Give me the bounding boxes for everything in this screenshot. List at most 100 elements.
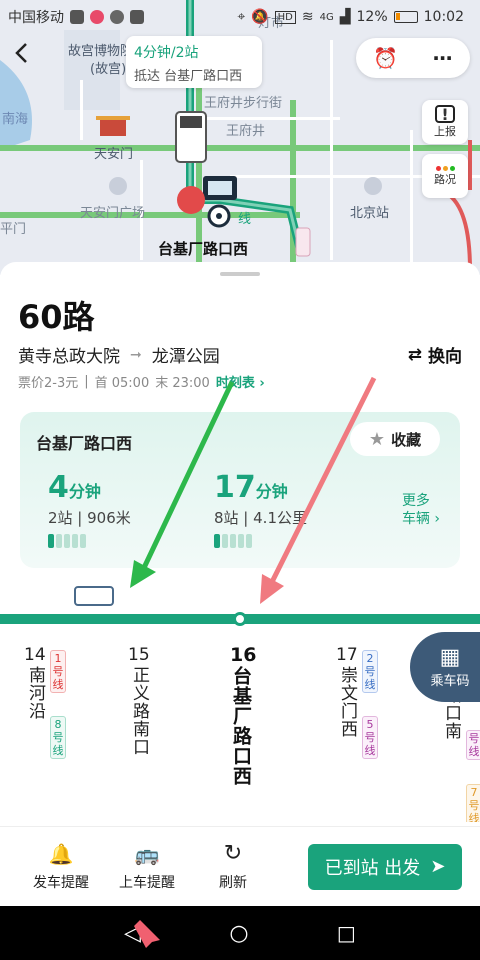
wifi-icon: ≋ xyxy=(301,9,314,25)
stop-name: 崇文门西 xyxy=(337,666,357,738)
timetable-link[interactable]: 时刻表 › xyxy=(216,372,265,391)
nav-back-icon[interactable]: ◁ xyxy=(124,921,141,946)
battery-icon xyxy=(393,11,418,23)
metro-badge: 7号线 xyxy=(466,784,480,822)
map-label-wangfujing: 王府井 xyxy=(226,124,266,139)
status-bar: 中国移动 ⌖ 🔕 HD ≋ 4G ▟ 12% 10:02 xyxy=(0,0,480,34)
metro-badge: 8号线 xyxy=(50,716,66,759)
stop-item-current[interactable]: 16 台基厂路口西 xyxy=(230,644,290,786)
arrow-right-icon: ➞ xyxy=(130,346,142,363)
eta-first-min: 4 xyxy=(48,470,69,505)
wechat-icon xyxy=(110,10,124,24)
location-icon: ⌖ xyxy=(237,9,246,25)
favorite-button[interactable]: ★ 收藏 xyxy=(350,422,440,456)
star-icon: ★ xyxy=(368,428,386,450)
signal-4g: 4G xyxy=(319,11,334,23)
report-button[interactable]: ! 上报 xyxy=(422,100,468,144)
metro-badge: 号线 xyxy=(466,730,480,760)
map-label-tiananmen: 天安门 xyxy=(94,147,134,162)
stop-number: 16 xyxy=(230,644,257,666)
map-label-palace: 故宫博物院 xyxy=(68,44,134,59)
eta-first[interactable]: 4分钟 2站 | 906米 xyxy=(48,470,131,548)
depart-reminder-button[interactable]: 🔔 发车提醒 xyxy=(18,842,104,892)
arrived-depart-label: 已到站 出发 xyxy=(324,857,421,879)
map-label-palace-sub: (故宫) xyxy=(90,62,127,77)
map-line-tag: 线 xyxy=(238,212,252,227)
route-from: 黄寺总政大院 xyxy=(18,347,120,367)
eta-second[interactable]: 17分钟 8站 | 4.1公里 xyxy=(214,470,307,548)
refresh-label: 刷新 xyxy=(219,875,247,891)
route-direction: 黄寺总政大院 ➞ 龙潭公园 xyxy=(18,342,220,368)
board-reminder-button[interactable]: 🚌 上车提醒 xyxy=(104,842,190,892)
signal-icon: ▟ xyxy=(339,9,351,25)
crowd-level-icon xyxy=(214,534,307,548)
switch-direction-label: 换向 xyxy=(428,347,462,367)
favorite-label: 收藏 xyxy=(391,430,422,449)
eta-second-min: 17 xyxy=(214,470,256,505)
stop-name: 南河沿 xyxy=(25,666,45,720)
more-icon[interactable]: ⋯ xyxy=(433,46,453,70)
qr-code-icon: ▦ xyxy=(439,645,461,670)
hd-badge: HD xyxy=(274,10,296,24)
ride-code-button[interactable]: ▦ 乘车码 xyxy=(410,632,480,702)
eta-second-detail: 8站 | 4.1公里 xyxy=(214,509,307,527)
arrived-depart-button[interactable]: 已到站 出发 ➤ xyxy=(308,843,462,890)
notification-icon xyxy=(70,10,84,24)
alarm-clock-icon[interactable]: ⏰ xyxy=(373,46,398,70)
route-title: 60路 xyxy=(18,298,95,336)
report-icon: ! xyxy=(435,105,455,124)
route-detail-sheet: 60路 黄寺总政大院 ➞ 龙潭公园 ⇄ 换向 票价2-3元 | 首 05:00 … xyxy=(0,262,480,822)
more-vehicles-label-2: 车辆 › xyxy=(401,511,440,527)
metro-badge: 1号线 xyxy=(50,650,66,693)
sheet-handle[interactable] xyxy=(220,272,260,276)
navigation-arrow-icon: ➤ xyxy=(430,856,446,877)
map-label-beijing-station: 北京站 xyxy=(350,206,390,221)
crowd-level-icon xyxy=(48,534,131,548)
nav-recents-icon[interactable]: □ xyxy=(337,921,356,945)
map-view[interactable]: 故宫博物院 (故宫) 南海 天安门 天安门广场 王府井步行街 王府井 北京站 平… xyxy=(0,0,480,275)
timetable-label: 时刻表 xyxy=(215,376,255,391)
map-label-square: 天安门广场 xyxy=(80,206,146,221)
stop-name: 正义路南口 xyxy=(129,666,149,756)
fare-divider: | xyxy=(84,374,89,389)
clock: 10:02 xyxy=(423,9,464,25)
map-label-nanhai: 南海 xyxy=(2,112,29,127)
mute-icon: 🔕 xyxy=(251,9,269,25)
back-button[interactable] xyxy=(14,42,54,82)
traffic-label: 路况 xyxy=(434,172,456,186)
stop-number: 15 xyxy=(128,645,150,665)
card-stop-name: 台基厂路口西 xyxy=(36,434,133,453)
chevron-right-icon: › xyxy=(259,376,265,391)
stop-item[interactable]: 15 正义路南口 xyxy=(128,644,188,756)
eta-first-detail: 2站 | 906米 xyxy=(48,509,131,527)
swap-icon: ⇄ xyxy=(407,344,422,365)
bus-front-icon: 🚌 xyxy=(134,841,160,866)
nav-home-icon[interactable]: ○ xyxy=(229,921,248,946)
eta-bubble-time: 4分钟/2站 xyxy=(134,45,199,61)
refresh-button[interactable]: ↻ 刷新 xyxy=(190,841,276,892)
last-bus-time: 末 23:00 xyxy=(155,376,210,391)
fare-row: 票价2-3元 | 首 05:00 末 23:00 时刻表 › xyxy=(18,372,265,391)
ride-code-label: 乘车码 xyxy=(430,674,470,689)
bus-icon xyxy=(74,586,114,606)
current-stop-dot xyxy=(233,612,247,626)
battery-percent: 12% xyxy=(356,9,388,25)
board-reminder-label: 上车提醒 xyxy=(119,874,175,891)
metro-badge: 5号线 xyxy=(362,716,378,759)
switch-direction-button[interactable]: ⇄ 换向 xyxy=(407,342,462,368)
traffic-button[interactable]: 路况 xyxy=(422,154,468,198)
arrival-card: 台基厂路口西 ★ 收藏 4分钟 2站 | 906米 17分钟 8站 | 4.1公… xyxy=(20,412,460,568)
bell-icon: 🔔 xyxy=(48,841,74,866)
report-label: 上报 xyxy=(434,125,456,138)
chevron-left-icon xyxy=(15,43,27,63)
map-label-pedestrian-street: 王府井步行街 xyxy=(204,96,283,111)
refresh-icon: ↻ xyxy=(223,841,243,866)
more-vehicles-text: 车辆 xyxy=(401,511,430,527)
carrier-text: 中国移动 xyxy=(8,10,64,26)
system-nav-bar: ◁ ○ □ xyxy=(0,906,480,960)
map-label-pingmen: 平门 xyxy=(0,222,27,237)
route-to: 龙潭公园 xyxy=(151,347,220,367)
map-stop-label: 台基厂路口西 xyxy=(158,240,249,258)
more-vehicles-link[interactable]: 更多 车辆 › xyxy=(402,492,440,528)
eta-first-unit: 分钟 xyxy=(68,482,101,501)
